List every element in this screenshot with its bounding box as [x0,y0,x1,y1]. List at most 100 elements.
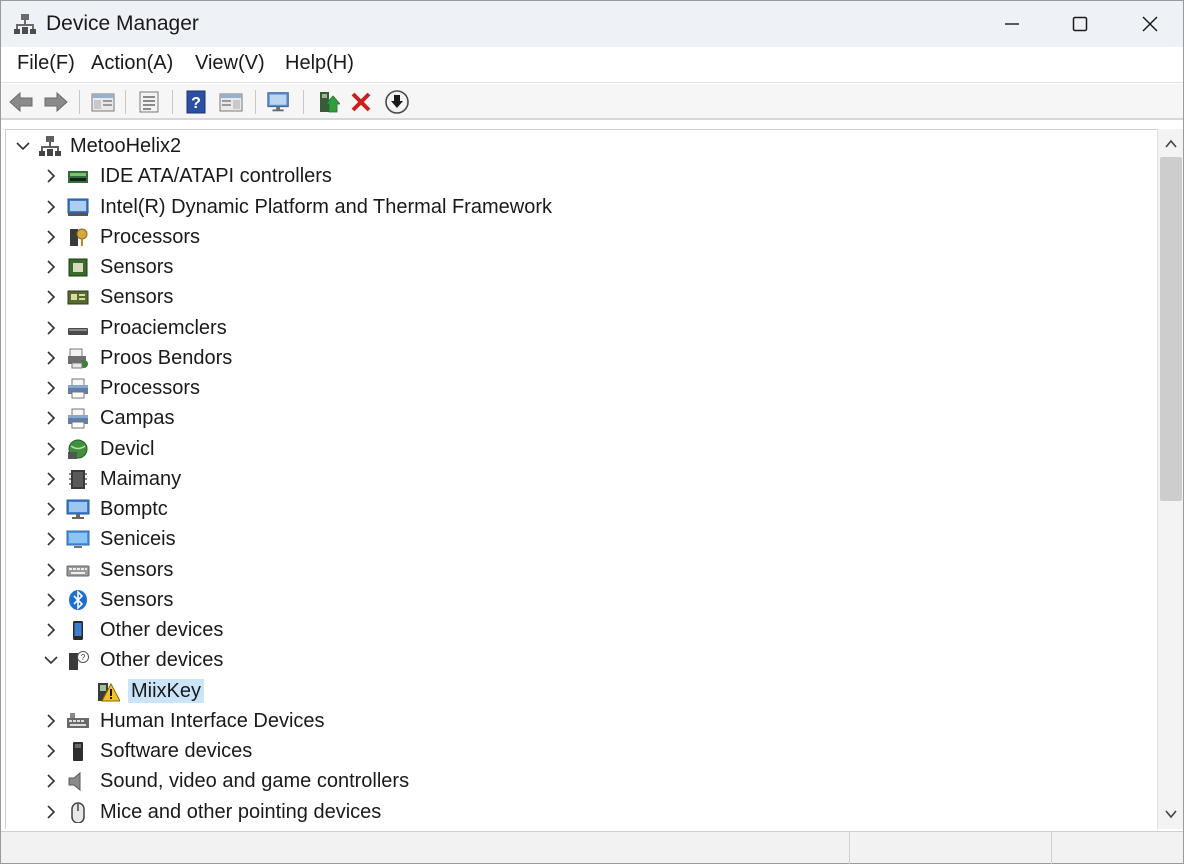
chevron-right-icon[interactable] [42,621,60,639]
device-tree[interactable]: MetooHelix2 IDE ATA/ATAPI controllers Int… [5,129,1157,829]
chevron-right-icon[interactable] [42,167,60,185]
forward-button[interactable] [43,89,69,115]
software-device-icon [66,740,90,762]
scan-hardware-button[interactable] [266,89,292,115]
chevron-right-icon[interactable] [42,258,60,276]
tree-root-label: MetooHelix2 [70,135,182,157]
toolbar-separator [79,90,80,114]
tree-category-row[interactable]: Campas [6,403,1156,433]
chevron-right-icon[interactable] [42,288,60,306]
toolbar: ? [1,84,1183,120]
menu-help[interactable]: Help(H) [284,52,355,75]
scroll-up-button[interactable] [1158,131,1184,157]
console-tree-icon [91,93,115,112]
enable-device-button[interactable] [384,89,410,115]
status-bar [1,831,1183,864]
tree-category-row[interactable]: Sound, video and game controllers [6,766,1156,796]
chevron-right-icon[interactable] [42,742,60,760]
tree-category-row[interactable]: Sensors [6,585,1156,615]
show-hide-console-button[interactable] [90,89,116,115]
drive-icon [66,317,90,339]
chevron-right-icon[interactable] [42,772,60,790]
tree-category-row[interactable]: Seniceis [6,524,1156,554]
tree-category-label: Sensors [100,558,174,581]
chevron-right-icon[interactable] [42,319,60,337]
chevron-down-icon[interactable] [14,137,32,155]
tree-category-label: Intel(R) Dynamic Platform and Thermal Fr… [100,195,552,218]
chevron-right-icon[interactable] [42,530,60,548]
help-book-icon: ? [186,90,206,114]
tree-child-row[interactable]: MiixKey [6,676,1156,706]
chevron-right-icon[interactable] [42,379,60,397]
svg-text:?: ? [191,95,201,112]
chevron-right-icon[interactable] [42,228,60,246]
memory-icon [66,468,90,490]
tree-category-row[interactable]: Devicl [6,434,1156,464]
tree-root-row[interactable]: MetooHelix2 [6,131,1156,161]
tree-category-row[interactable]: Mice and other pointing devices [6,797,1156,827]
printer-icon [66,407,90,429]
tree-category-row[interactable]: Proaciemclers [6,313,1156,343]
properties-button[interactable] [136,89,162,115]
tree-category-row[interactable]: Proos Bendors [6,343,1156,373]
tree-child-label: MiixKey [128,678,205,703]
tree-category-row[interactable]: Software devices [6,736,1156,766]
chevron-down-icon [1165,810,1177,819]
chevron-right-icon[interactable] [42,561,60,579]
menu-action[interactable]: Action(A) [90,52,174,75]
tree-category-row[interactable]: Sensors [6,252,1156,282]
chevron-right-icon[interactable] [42,803,60,821]
close-button[interactable] [1115,1,1184,47]
tree-category-label: Other devices [100,649,224,672]
chevron-right-icon[interactable] [42,198,60,216]
update-driver-button[interactable] [315,89,341,115]
chevron-right-icon[interactable] [42,440,60,458]
chevron-right-icon[interactable] [42,349,60,367]
chip-icon [66,256,90,278]
tree-category-row[interactable]: Processors [6,373,1156,403]
tree-category-row[interactable]: Sensors [6,555,1156,585]
menu-view[interactable]: View(V) [194,52,266,75]
vertical-scrollbar[interactable] [1157,129,1183,829]
tree-category-row[interactable]: Maimany [6,464,1156,494]
tree-category-row[interactable]: ? Other devices [6,645,1156,675]
help-button[interactable]: ? [183,89,209,115]
tree-category-row[interactable]: IDE ATA/ATAPI controllers [6,161,1156,191]
board-icon [66,286,90,308]
scan-monitor-icon [267,92,289,112]
tree-category-label: Proos Bendors [100,346,233,369]
status-cell [1051,832,1183,864]
tree-category-label: Software devices [100,740,253,762]
scroll-down-button[interactable] [1158,801,1184,827]
ide-controller-icon [66,165,90,187]
globe-device-icon [66,438,90,460]
tree-category-row[interactable]: Intel(R) Dynamic Platform and Thermal Fr… [6,192,1156,222]
chevron-right-icon[interactable] [42,470,60,488]
back-button[interactable] [8,89,34,115]
tree-category-label: Sensors [100,588,174,611]
uninstall-device-button[interactable] [348,89,374,115]
tree-category-row[interactable]: Bomptc [6,494,1156,524]
maximize-button[interactable] [1045,1,1115,47]
chevron-down-icon[interactable] [42,651,60,669]
chevron-right-icon[interactable] [42,500,60,518]
action-pane-button[interactable] [218,89,244,115]
menu-bar: File(F) Action(A) View(V) Help(H) [1,47,1183,83]
tree-category-row[interactable]: Processors [6,222,1156,252]
tree-category-label: Mice and other pointing devices [100,800,382,823]
minimize-button[interactable] [977,1,1047,47]
tree-category-label: Sensors [100,286,174,309]
back-arrow-icon [9,91,33,113]
tree-category-row[interactable]: Other devices [6,615,1156,645]
title-bar[interactable]: Device Manager [1,1,1183,47]
chevron-right-icon[interactable] [42,712,60,730]
hid-icon [66,710,90,732]
menu-file[interactable]: File(F) [16,52,76,75]
tree-category-row[interactable]: Sensors [6,282,1156,312]
device-manager-app-icon [14,13,36,35]
tree-category-row[interactable]: Human Interface Devices [6,706,1156,736]
chevron-right-icon[interactable] [42,409,60,427]
tree-category-label: Bomptc [100,498,168,520]
chevron-right-icon[interactable] [42,591,60,609]
scroll-thumb[interactable] [1160,157,1182,501]
